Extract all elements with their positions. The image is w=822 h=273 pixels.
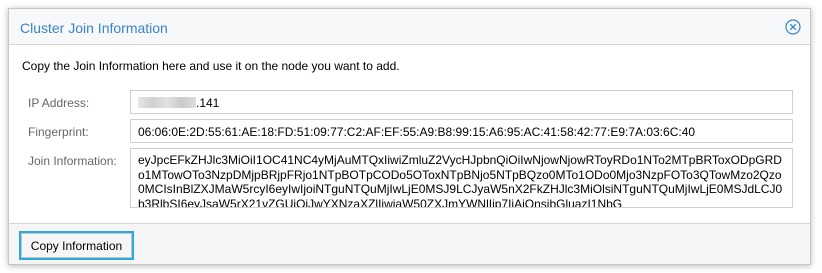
join-information-label: Join Information: — [28, 154, 117, 168]
ip-address-field[interactable]: .141 — [130, 90, 793, 114]
ip-address-label: IP Address: — [28, 96, 90, 110]
join-information-textarea[interactable]: eyJpcEFkZHJlc3MiOiI1OC41NC4yMjAuMTQxIiwi… — [130, 148, 793, 208]
cluster-join-dialog: Cluster Join Information Copy the Join I… — [8, 8, 811, 265]
copy-information-button[interactable]: Copy Information — [19, 231, 134, 260]
fingerprint-field[interactable]: 06:06:0E:2D:55:61:AE:18:FD:51:09:77:C2:A… — [130, 119, 793, 143]
fingerprint-value: 06:06:0E:2D:55:61:AE:18:FD:51:09:77:C2:A… — [138, 125, 696, 139]
dialog-titlebar: Cluster Join Information — [9, 9, 810, 45]
dialog-title: Cluster Join Information — [20, 20, 168, 36]
fingerprint-label: Fingerprint: — [28, 125, 89, 139]
close-icon[interactable] — [785, 19, 801, 35]
join-information-value-tail: JsaW5rX21vZGUiOiJwYXNzaXZlIiwiaW50ZXJmYW… — [200, 196, 623, 208]
ip-address-value: .141 — [196, 96, 220, 110]
dialog-footer: Copy Information — [9, 223, 810, 264]
copy-information-label: Copy Information — [30, 238, 123, 253]
redacted-ip-mask — [138, 97, 196, 108]
intro-text: Copy the Join Information here and use i… — [22, 59, 400, 73]
